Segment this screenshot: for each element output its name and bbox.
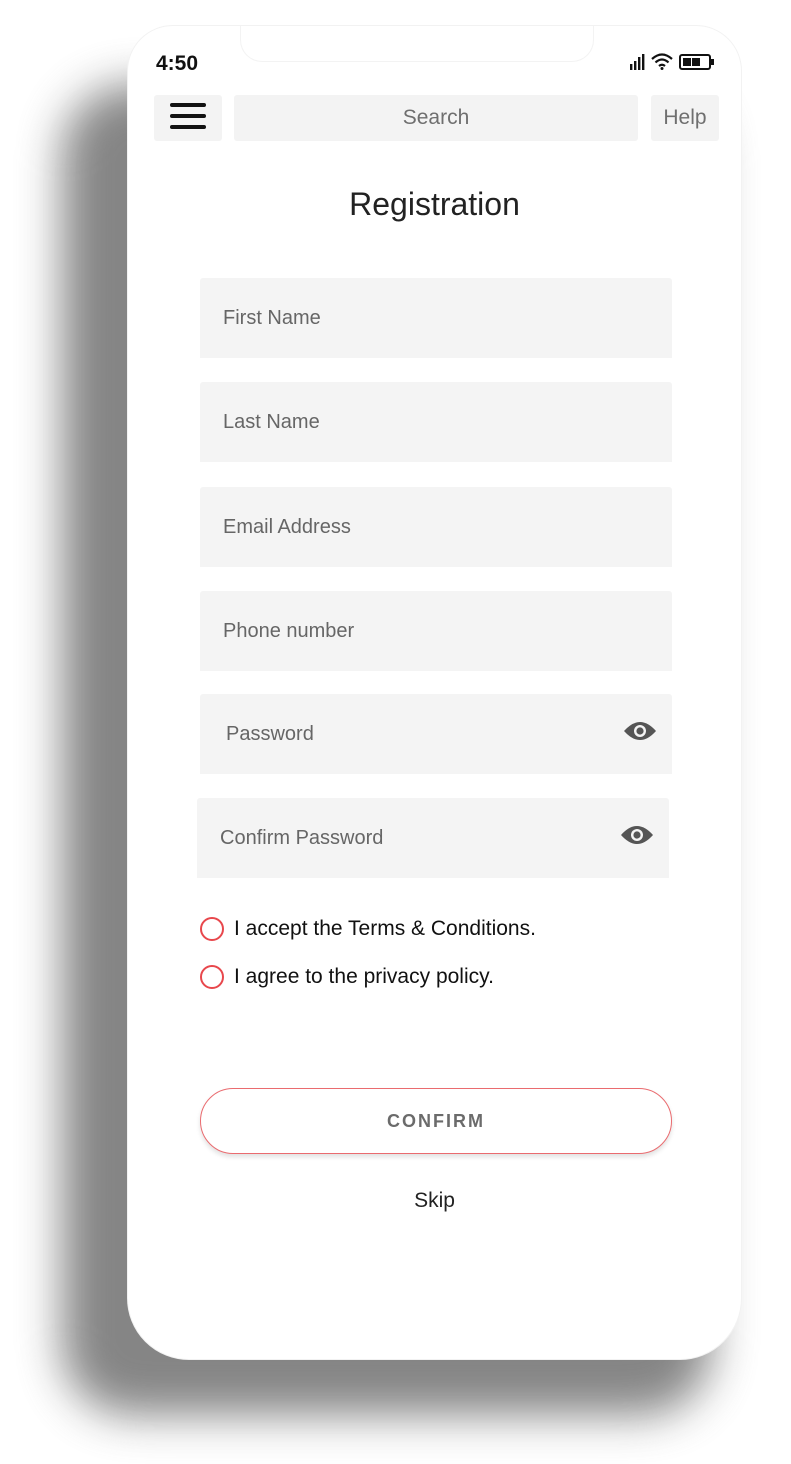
privacy-label: I agree to the privacy policy. (234, 965, 494, 988)
battery-icon (679, 53, 715, 70)
email-field[interactable]: Email Address (200, 487, 672, 567)
last-name-field[interactable]: Last Name (200, 382, 672, 462)
search-input[interactable]: Search (234, 95, 638, 141)
email-placeholder: Email Address (223, 515, 351, 538)
confirm-button[interactable]: CONFIRM (200, 1088, 672, 1154)
help-label: Help (663, 106, 707, 129)
last-name-placeholder: Last Name (223, 410, 320, 433)
confirm-label: CONFIRM (387, 1110, 485, 1131)
eye-icon[interactable] (623, 720, 657, 748)
search-placeholder: Search (402, 106, 470, 129)
signal-icon (629, 53, 645, 70)
phone-number-placeholder: Phone number (223, 619, 355, 642)
password-placeholder: Password (226, 722, 314, 745)
status-icons (629, 53, 715, 70)
first-name-field[interactable]: First Name (200, 278, 672, 358)
skip-link[interactable]: Skip (128, 1189, 741, 1213)
wifi-icon (651, 53, 673, 70)
terms-label: I accept the Terms & Conditions. (234, 917, 536, 940)
help-button[interactable]: Help (651, 95, 719, 141)
first-name-placeholder: First Name (223, 306, 321, 329)
terms-checkbox[interactable]: I accept the Terms & Conditions. (200, 917, 536, 941)
phone-frame: 4:50 Search Help Registration First Name… (127, 25, 742, 1360)
page-title: Registration (349, 186, 520, 222)
password-field[interactable]: Password (200, 694, 672, 774)
confirm-password-field[interactable]: Confirm Password (197, 798, 669, 878)
privacy-radio[interactable] (200, 965, 224, 989)
phone-number-field[interactable]: Phone number (200, 591, 672, 671)
status-time: 4:50 (156, 52, 199, 75)
confirm-password-placeholder: Confirm Password (220, 826, 384, 849)
phone-notch (240, 26, 594, 62)
privacy-checkbox[interactable]: I agree to the privacy policy. (200, 965, 494, 989)
eye-icon[interactable] (620, 824, 654, 852)
hamburger-menu-icon (169, 101, 207, 136)
terms-radio[interactable] (200, 917, 224, 941)
menu-button[interactable] (154, 95, 222, 141)
